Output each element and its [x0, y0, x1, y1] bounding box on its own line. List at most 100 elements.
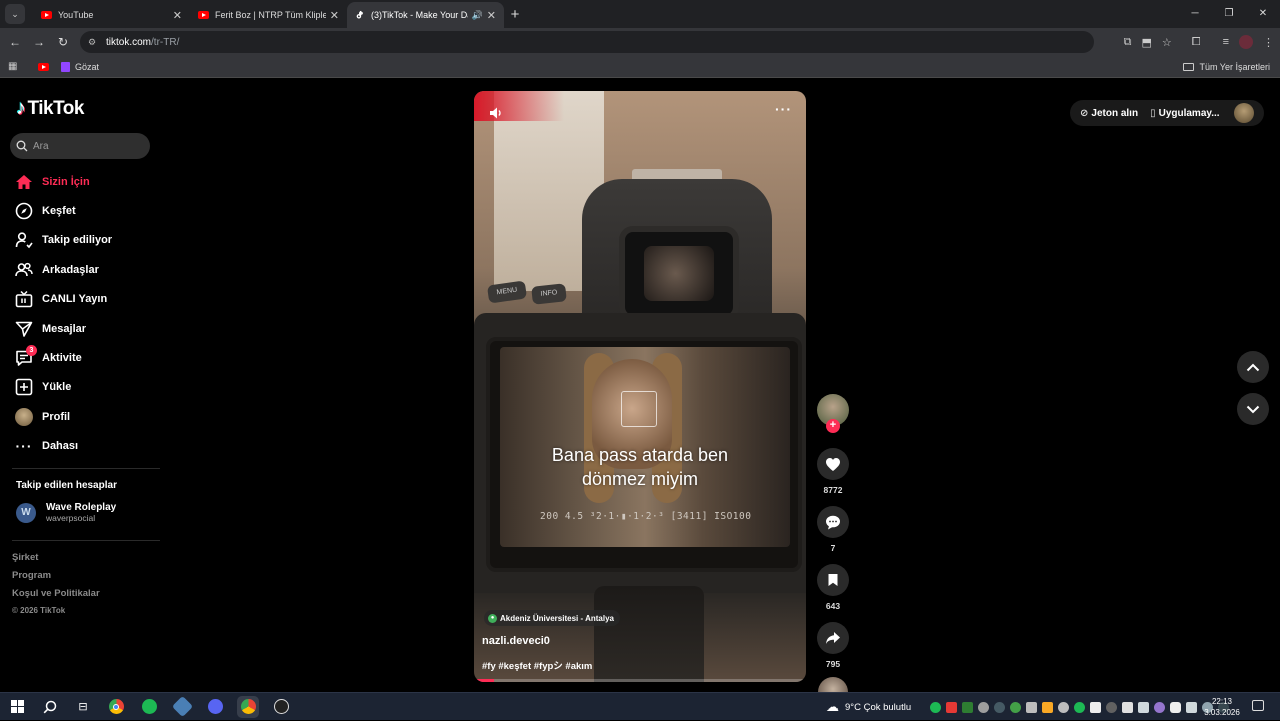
- tray-icon[interactable]: [1122, 701, 1133, 713]
- close-tab-icon[interactable]: ✕: [173, 9, 182, 22]
- youtube-bookmark-icon[interactable]: [38, 62, 49, 71]
- twitch-icon: [61, 61, 70, 72]
- new-tab-button[interactable]: +: [504, 6, 526, 23]
- creator-avatar[interactable]: +: [817, 394, 849, 433]
- get-app-button[interactable]: ▯ Uygulamay...: [1150, 108, 1219, 119]
- menu-kebab-icon[interactable]: ⋮: [1263, 36, 1274, 49]
- system-tray: [930, 693, 1229, 721]
- tray-icon[interactable]: [1058, 701, 1069, 713]
- follow-plus-icon[interactable]: +: [826, 419, 840, 433]
- tray-icon[interactable]: [1106, 701, 1117, 713]
- sidebar-item-activity[interactable]: 3 Aktivite: [14, 343, 112, 372]
- upload-icon: [14, 377, 34, 397]
- tab-youtube[interactable]: YouTube ✕: [33, 2, 190, 28]
- minimize-icon[interactable]: ─: [1178, 0, 1212, 28]
- volume-icon[interactable]: [488, 105, 504, 121]
- video-player[interactable]: MENU INFO Bana pass atarda ben dönmez mi…: [474, 91, 806, 682]
- sidebar-item-for-you[interactable]: Sizin İçin: [14, 167, 112, 196]
- spotify-icon[interactable]: [138, 696, 160, 718]
- like-count: 8772: [823, 485, 843, 495]
- footer-link-terms[interactable]: Koşul ve Politikalar: [12, 588, 100, 606]
- address-bar[interactable]: ⚙ tiktok.com/tr-TR/: [80, 31, 1094, 53]
- like-button[interactable]: 8772: [816, 448, 850, 497]
- audio-tray-icon[interactable]: [978, 701, 989, 713]
- search-icon[interactable]: [39, 696, 61, 718]
- chrome-icon[interactable]: [105, 696, 127, 718]
- sidebar-item-more[interactable]: ··· Dahası: [14, 432, 112, 461]
- video-hashtags[interactable]: #fy #keşfet #fypシ #akım: [482, 658, 592, 672]
- extensions-icon[interactable]: ⧠: [1192, 36, 1201, 49]
- sidebar-item-live[interactable]: CANLI Yayın: [14, 285, 112, 314]
- back-icon[interactable]: ←: [3, 35, 27, 49]
- restore-icon[interactable]: ❐: [1212, 0, 1246, 28]
- tray-icon[interactable]: [994, 701, 1005, 713]
- tray-icon[interactable]: [1090, 701, 1101, 713]
- more-options-icon[interactable]: ···: [775, 101, 792, 117]
- tiktok-logo[interactable]: ♪ TikTok: [16, 97, 84, 120]
- bookmark-star-icon[interactable]: ☆: [1162, 36, 1172, 49]
- forward-icon[interactable]: →: [27, 35, 51, 49]
- bookmark-gozat[interactable]: Gözat: [75, 62, 99, 72]
- following-account[interactable]: W Wave Roleplay waverpsocial: [16, 502, 116, 523]
- tray-icon[interactable]: [1010, 701, 1021, 713]
- notification-icon[interactable]: [1252, 700, 1264, 711]
- tab-tiktok[interactable]: (3)TikTok - Make Your Day 🔊 ✕: [347, 2, 504, 28]
- tray-icon[interactable]: [1138, 701, 1149, 713]
- spotify-tray-icon[interactable]: [930, 701, 941, 713]
- microphone-tray-icon[interactable]: [1170, 701, 1181, 713]
- tray-icon[interactable]: [1186, 701, 1197, 713]
- sidebar-item-label: Arkadaşlar: [42, 263, 99, 276]
- get-coins-button[interactable]: ⊘ Jeton alın: [1080, 108, 1138, 119]
- sidebar-item-friends[interactable]: Arkadaşlar: [14, 255, 112, 284]
- sidebar-item-following[interactable]: Takip ediliyor: [14, 226, 112, 255]
- speaker-icon[interactable]: 🔊: [472, 10, 483, 21]
- close-tab-icon[interactable]: ✕: [330, 9, 339, 22]
- chrome-active-icon[interactable]: [237, 695, 259, 718]
- site-info-icon[interactable]: ⚙: [88, 37, 100, 48]
- next-video-button[interactable]: [1237, 393, 1269, 425]
- sidebar-item-explore[interactable]: Keşfet: [14, 196, 112, 225]
- share-button[interactable]: 795: [816, 622, 850, 671]
- taskbar-clock[interactable]: 22:13 3.03.2026: [1200, 696, 1244, 718]
- sidebar-item-profile[interactable]: Profil: [14, 402, 112, 431]
- close-tab-icon[interactable]: ✕: [487, 9, 496, 22]
- windows-start-icon[interactable]: [6, 696, 28, 718]
- chevron-up-icon: [1246, 363, 1260, 371]
- copyright: © 2026 TikTok: [12, 606, 66, 615]
- video-progress-bar[interactable]: [474, 679, 806, 682]
- share-arrow-icon: [826, 632, 840, 644]
- translate-icon[interactable]: ⧉: [1124, 36, 1132, 49]
- comment-button[interactable]: 7: [816, 506, 850, 555]
- profile-avatar[interactable]: [1239, 35, 1253, 49]
- apps-grid-icon[interactable]: ▦: [8, 61, 20, 72]
- tab-search-button[interactable]: ⌄: [5, 4, 25, 24]
- sidebar-item-upload[interactable]: Yükle: [14, 373, 112, 402]
- nvidia-tray-icon[interactable]: [962, 701, 973, 713]
- location-tag[interactable]: ● Akdeniz Üniversitesi - Antalya: [484, 610, 620, 626]
- media-controls-icon[interactable]: ≡: [1223, 36, 1229, 48]
- reload-icon[interactable]: ↻: [51, 35, 75, 49]
- camera-info-button: INFO: [531, 283, 567, 305]
- close-window-icon[interactable]: ✕: [1246, 0, 1280, 28]
- discord-icon[interactable]: [204, 696, 226, 718]
- footer-link-program[interactable]: Program: [12, 570, 100, 588]
- app-icon[interactable]: [171, 695, 193, 718]
- search-input[interactable]: Ara: [10, 133, 150, 159]
- tab-ferit-boz[interactable]: Ferit Boz | NTRP Tüm Klipler | G ✕: [190, 2, 347, 28]
- tray-icon[interactable]: [1154, 701, 1165, 713]
- tray-icon[interactable]: [1074, 701, 1085, 713]
- tray-icon[interactable]: [1026, 701, 1037, 713]
- weather-widget[interactable]: ☁ 9°C Çok bulutlu: [826, 693, 911, 721]
- all-bookmarks[interactable]: Tüm Yer İşaretleri: [1183, 56, 1270, 78]
- task-view-icon[interactable]: ⊟: [72, 696, 94, 718]
- record-tray-icon[interactable]: [946, 701, 957, 713]
- sidebar-item-messages[interactable]: Mesajlar: [14, 314, 112, 343]
- obs-icon[interactable]: [270, 696, 292, 718]
- tray-icon[interactable]: [1042, 701, 1053, 713]
- previous-video-button[interactable]: [1237, 351, 1269, 383]
- video-author[interactable]: nazli.deveci0: [482, 635, 550, 647]
- user-avatar[interactable]: [1234, 103, 1254, 123]
- install-app-icon[interactable]: ⬒: [1141, 36, 1151, 49]
- save-button[interactable]: 643: [816, 564, 850, 613]
- footer-link-company[interactable]: Şirket: [12, 552, 100, 570]
